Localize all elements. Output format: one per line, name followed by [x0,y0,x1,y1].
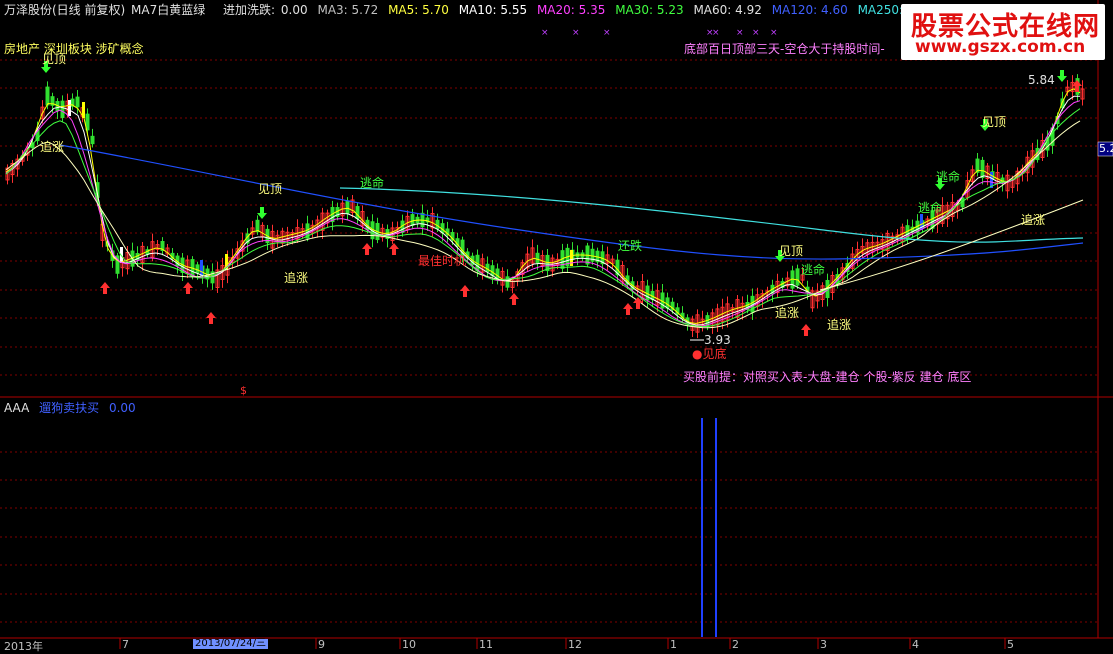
annotation-zhuizhang: 追涨 [775,306,800,320]
annotation-zuijia: 最佳时机 [418,254,467,268]
candle-body [410,214,415,226]
candle-body [345,200,350,214]
buy-arrow-icon [100,282,110,294]
top-right-note: 底部百日顶部三天-空仓大于持股时间- [684,42,885,56]
candle-body [535,252,540,264]
candle-body [490,265,495,277]
annotation-jianding: 见顶 [779,244,804,258]
ma3-value: MA3: 5.72 [317,3,379,17]
dollar-marker-icon: $ [240,384,247,397]
marker-x: × [572,28,580,38]
x-axis-month-label: 10 [402,638,416,651]
annotation-zhuizhang: 追涨 [827,318,852,332]
sub-panel-indicator: 遛狗卖扶买 [39,401,100,415]
x-axis-month-label: 4 [912,638,919,651]
buy-hint: 买股前提：对照买入表-大盘-建仓 个股-紫反 建仓 底区 [683,370,972,384]
marker-x: × [752,28,760,38]
stock-chart-canvas[interactable]: × × × ×× × × ×$ [0,0,1113,649]
buy-arrow-icon [509,293,519,305]
annotation-huanjia: 还跌 [618,239,643,253]
x-axis-month-label: 1 [670,638,677,651]
jiajia-label: 进加洗跌: [223,3,276,17]
right-axis-price: 5.2 [1099,142,1113,155]
candle-body-special [68,100,71,116]
ma30-line [5,108,1081,328]
ma120-value: MA120: 4.60 [771,3,848,17]
marker-x: × [541,28,549,38]
x-axis-month-label: 12 [568,638,582,651]
x-axis-month-label: 11 [479,638,493,651]
buy-arrow-icon [389,243,399,255]
chart-header: 万泽股份(日线 前复权) MA7白黄蓝绿 进加洗跌: 0.00 MA3: 5.7… [4,1,940,18]
sub-panel-name: AAA [4,401,30,415]
candle-body [435,219,440,230]
buy-arrow-icon [460,285,470,297]
annotation-jianding: 见顶 [42,52,67,66]
marker-x: × [770,28,778,38]
x-axis-month-label: 3 [820,638,827,651]
annotation-jiandi: ●见底 [692,347,727,361]
annotation-taoming: 逃命 [936,170,961,184]
marker-x: × [712,28,720,38]
candle-body [980,159,985,179]
candle-body [60,100,65,119]
sell-arrow-icon [257,207,267,219]
buy-arrow-icon [362,243,372,255]
jiajia-value: 0.00 [280,3,308,17]
annotation-taoming: 逃命 [801,263,826,277]
marker-x: × [736,28,744,38]
x-axis-month-label: 9 [318,638,325,651]
candle-body [45,86,50,106]
marker-x: × [603,28,611,38]
ma10-value: MA10: 5.55 [458,3,528,17]
x-axis-month-label: 7 [122,638,129,651]
buy-arrow-icon [183,282,193,294]
annotation-zhuizhang: 追涨 [284,271,309,285]
x-axis-year: 2013年 [4,640,43,653]
indicator-name: MA7白黄蓝绿 [131,3,206,17]
annotation-zhuizhang: 追涨 [1021,213,1046,227]
candle-body [75,96,80,108]
annotation-taoming: 逃命 [360,176,385,190]
candle-body-special [570,250,573,266]
sell-arrow-icon [1057,70,1067,82]
sector-tags: 房地产 深圳板块 涉矿概念 [4,42,144,56]
ma20-value: MA20: 5.35 [536,3,606,17]
annotation-zhuizhang: 追涨 [40,140,65,154]
annotation-jianding: 见顶 [982,115,1007,129]
candle-body [795,268,800,286]
buy-arrow-icon [206,312,216,324]
candle-body [90,135,95,145]
buy-arrow-icon [801,324,811,336]
annotation-taoming: 逃命 [918,201,943,215]
sub-panel-value: 0.00 [108,401,136,415]
candle-body [195,264,200,274]
ma30-value: MA30: 5.23 [615,3,684,17]
ma5-value: MA5: 5.70 [388,3,449,17]
annotation-jianding: 见顶 [258,182,283,196]
sub-panel-header: AAA 遛狗卖扶买 0.00 [4,399,136,416]
candle-body [255,219,260,233]
ma60-value: MA60: 4.92 [693,3,762,17]
candle-body-special [200,260,203,276]
x-axis-month-label: 5 [1007,638,1014,651]
x-axis-month-label: 2 [732,638,739,651]
selected-date-tag[interactable]: 2013/07/24/三 [193,639,269,649]
candle-body [545,254,550,272]
high-price-label: 5.84 [1028,73,1055,87]
stock-title: 万泽股份(日线 前复权) [4,3,126,17]
chart-grid [0,59,1098,623]
candle-body [665,297,670,309]
buy-arrow-icon [623,303,633,315]
site-watermark-logo: 股票公式在线网 www.gszx.com.cn [901,4,1105,60]
